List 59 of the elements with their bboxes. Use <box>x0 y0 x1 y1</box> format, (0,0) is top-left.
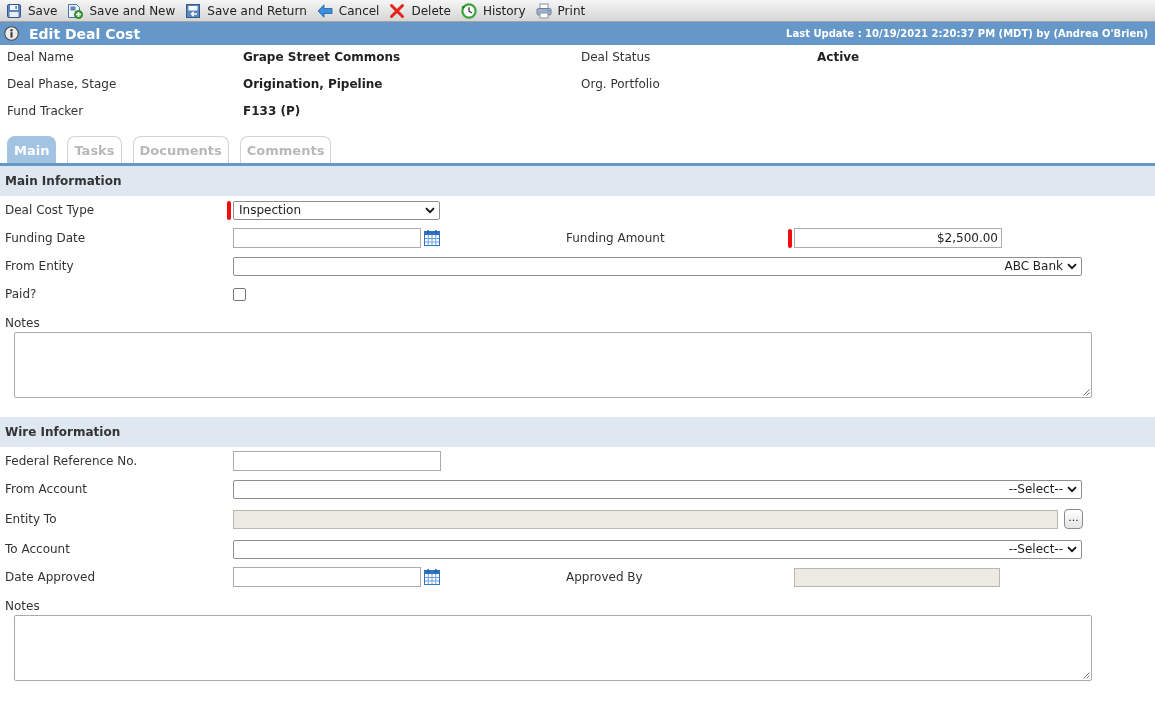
field-label: Fund Tracker <box>7 103 84 120</box>
calendar-icon[interactable] <box>424 230 440 246</box>
cross-icon[interactable] <box>389 2 406 19</box>
field-label: From Entity <box>5 259 74 273</box>
last-update-text: Last Update : 10/19/2021 2:20:37 PM (MDT) by (Andrea O'Brien) <box>786 28 1148 39</box>
left-arrow-icon[interactable] <box>316 2 333 19</box>
cancel-button[interactable]: Cancel <box>311 0 385 21</box>
lookup-button[interactable]: ... <box>1064 509 1083 529</box>
notes-field[interactable] <box>14 615 1092 681</box>
calendar-icon[interactable] <box>424 569 440 585</box>
save-and-new-button[interactable]: Save and New <box>62 0 181 21</box>
print-button[interactable]: Print <box>530 0 591 21</box>
info-icon <box>4 26 19 41</box>
field-label: From Account <box>5 482 87 496</box>
field-label: Deal Name <box>7 49 74 66</box>
chevron-down-icon[interactable] <box>1067 545 1077 553</box>
field-label: Notes <box>5 599 40 613</box>
page-title: Edit Deal Cost <box>29 25 141 42</box>
field-label: Deal Cost Type <box>5 203 95 217</box>
field-value: Origination, Pipeline <box>243 76 383 93</box>
field-label: Funding Date <box>5 231 86 245</box>
dropdown[interactable]: --Select-- <box>233 479 1082 499</box>
field-value: Active <box>817 49 860 66</box>
notes-field[interactable] <box>14 332 1092 398</box>
chevron-down-icon[interactable] <box>1067 485 1077 493</box>
date-field[interactable] <box>233 228 421 248</box>
field-label: Deal Status <box>581 49 651 66</box>
field-label: Deal Phase, Stage <box>7 76 117 93</box>
date-field[interactable] <box>233 567 421 587</box>
amount-field[interactable]: $2,500.00 <box>794 228 1002 248</box>
text-field[interactable] <box>233 451 441 471</box>
history-button[interactable]: History <box>455 0 531 21</box>
field-label: Notes <box>5 316 40 330</box>
dropdown[interactable]: ABC Bank <box>233 256 1082 276</box>
field-label: To Account <box>5 542 70 556</box>
delete-button[interactable]: Delete <box>384 0 456 21</box>
document-plus-icon[interactable] <box>67 2 84 19</box>
resize-grip-icon[interactable] <box>1082 671 1090 679</box>
field-label: Date Approved <box>5 570 96 584</box>
field-label: Paid? <box>5 287 37 301</box>
save-and-return-button[interactable]: Save and Return <box>180 0 312 21</box>
field-value: F133 (P) <box>243 103 301 120</box>
save-button[interactable]: Save <box>1 0 63 21</box>
field-label: Entity To <box>5 512 57 526</box>
checkbox[interactable] <box>233 287 246 301</box>
dropdown[interactable]: Inspection <box>233 200 440 220</box>
section-header: Main Information <box>0 166 1155 196</box>
section-header: Wire Information <box>0 417 1155 447</box>
field-value: Grape Street Commons <box>243 49 401 66</box>
field-label: Org. Portfolio <box>581 76 660 93</box>
chevron-down-icon[interactable] <box>425 206 435 214</box>
clock-icon[interactable] <box>460 2 477 19</box>
dropdown[interactable]: --Select-- <box>233 539 1082 559</box>
resize-grip-icon[interactable] <box>1082 388 1090 396</box>
field-label: Federal Reference No. <box>5 454 138 468</box>
field-label: Funding Amount <box>566 231 665 245</box>
field-label: Approved By <box>566 570 643 584</box>
printer-icon[interactable] <box>535 2 552 19</box>
chevron-down-icon[interactable] <box>1067 262 1077 270</box>
